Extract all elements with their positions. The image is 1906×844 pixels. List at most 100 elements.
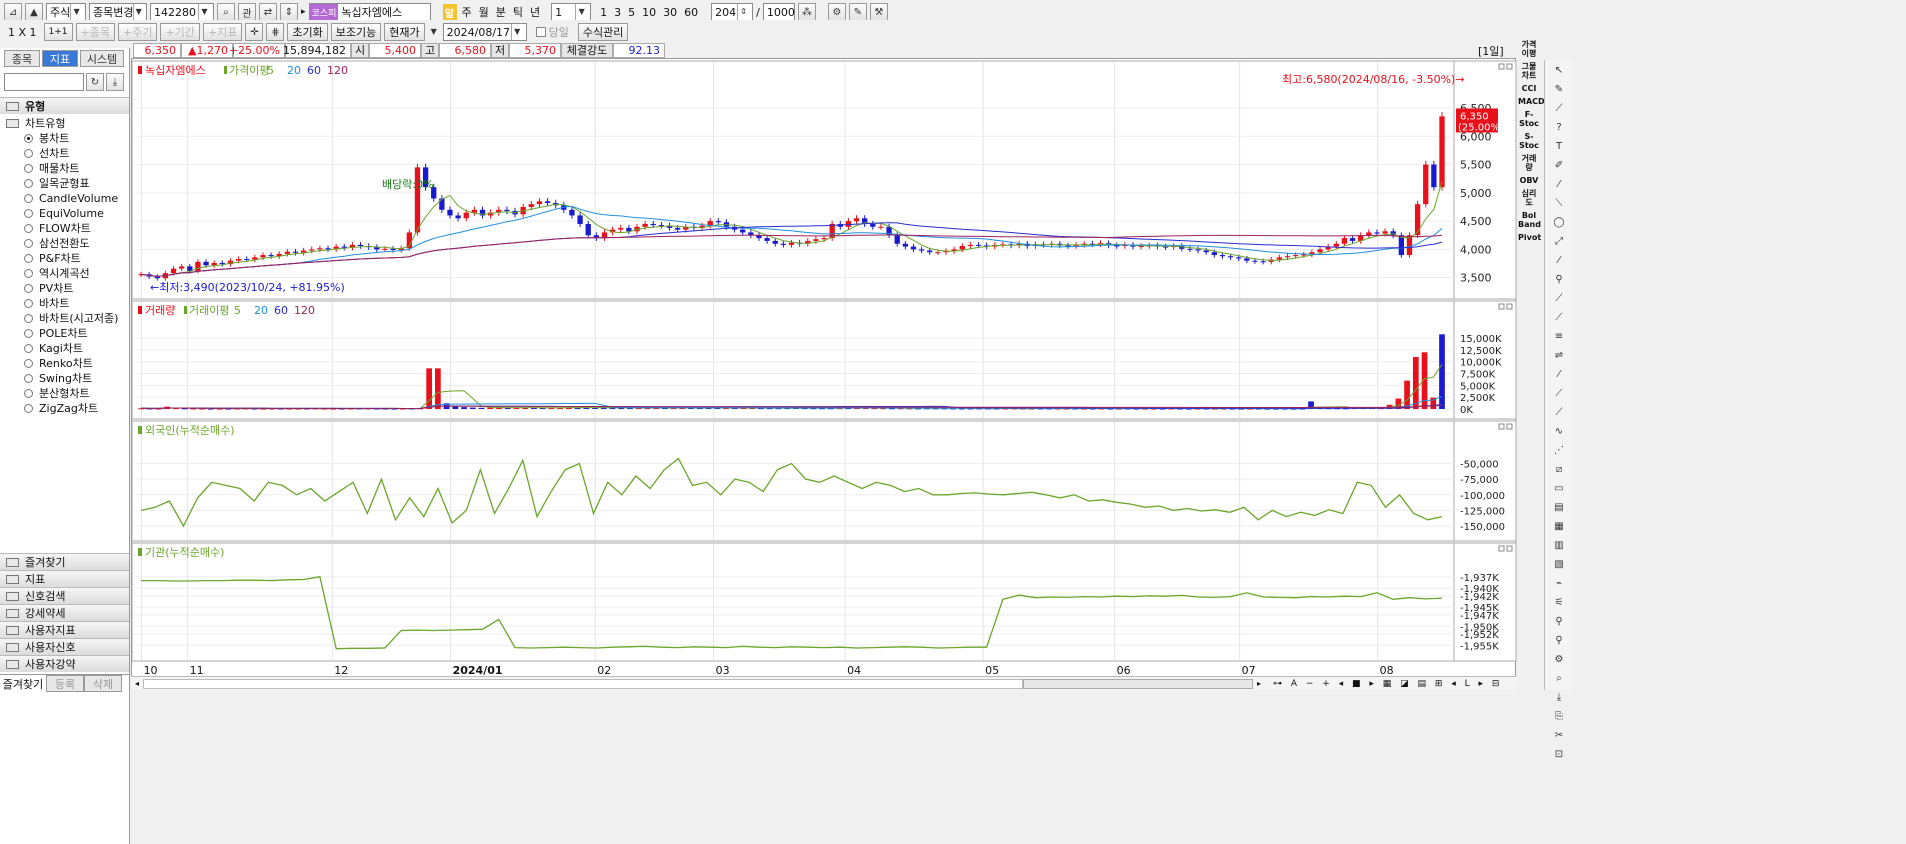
radio-button[interactable] [24, 269, 33, 278]
layout-label[interactable]: 1 X 1 [4, 26, 41, 39]
chart-type-option[interactable]: 분산형차트 [0, 386, 129, 401]
draw-tool-icon[interactable]: ⚙ [1548, 651, 1570, 667]
radio-button[interactable] [24, 194, 33, 203]
pin-icon[interactable]: ⊿ [4, 3, 22, 21]
interval-60[interactable]: 60 [682, 6, 700, 19]
chart-type-option[interactable]: CandleVolume [0, 191, 129, 206]
chart-type-option[interactable]: 삼선전환도 [0, 236, 129, 251]
radio-button[interactable] [24, 179, 33, 188]
draw-tool-icon[interactable]: ▧ [1548, 556, 1570, 572]
draw-tool-icon[interactable]: ⚲ [1548, 613, 1570, 629]
draw-tool-icon[interactable]: ⊡ [1548, 746, 1570, 762]
draw-tool-icon[interactable]: ▤ [1548, 499, 1570, 515]
scroll-left-icon[interactable]: ◂ [131, 679, 143, 688]
draw-tool-icon[interactable]: ≡ [1548, 328, 1570, 344]
chart-scrollbar[interactable]: ◂ ▸ ⊶ A − + ◂ ■ ▸ ▦ ◪ ▤ ⊞ ◂ L ▸ ⊟ [131, 676, 1516, 690]
draw-tool-icon[interactable]: ⚟ [1548, 594, 1570, 610]
chart-type-option[interactable]: FLOW차트 [0, 221, 129, 236]
download-icon[interactable]: ⤓ [106, 73, 124, 91]
draw-tool-icon[interactable]: ⁄ [1548, 176, 1570, 192]
draw-tool-icon[interactable]: ✐ [1548, 157, 1570, 173]
interval-30[interactable]: 30 [661, 6, 679, 19]
alert-tag[interactable]: 알 [442, 4, 457, 20]
wrench-icon[interactable]: ✎ [848, 3, 867, 21]
radio-button[interactable] [24, 359, 33, 368]
dropdown-arrow-icon[interactable]: ▼ [428, 24, 440, 40]
indicator-shortcut[interactable]: S-Stoc [1518, 132, 1540, 150]
stock-name-box[interactable]: 코스피 녹십자엠에스 [308, 3, 431, 21]
sync-icon[interactable]: ⇄ [259, 3, 277, 21]
draw-tool-icon[interactable]: ✂ [1548, 727, 1570, 743]
accordion-item[interactable]: 사용자강약 [0, 655, 129, 672]
indicator-shortcut[interactable]: Bol Band [1518, 211, 1541, 229]
chart-type-option[interactable]: 바차트 [0, 296, 129, 311]
draw-tool-icon[interactable]: ⟍ [1548, 195, 1570, 211]
add-cycle-button[interactable]: +주기 [118, 23, 158, 41]
chart-type-option[interactable]: 역시계곡선 [0, 266, 129, 281]
formula-button[interactable]: 수식관리 [577, 23, 629, 41]
radio-button[interactable] [24, 314, 33, 323]
chart-type-option[interactable]: ZigZag차트 [0, 401, 129, 416]
scroll-track[interactable] [143, 678, 1023, 689]
draw-tool-icon[interactable]: ▭ [1548, 480, 1570, 496]
chart-type-option[interactable]: PV차트 [0, 281, 129, 296]
grid-icon[interactable]: ⋕ [266, 23, 285, 41]
chart-type-option[interactable]: EquiVolume [0, 206, 129, 221]
reset-button[interactable]: 초기화 [287, 23, 328, 41]
draw-tool-icon[interactable]: ⟋ [1548, 309, 1570, 325]
period-tag[interactable]: [1일] [1478, 43, 1504, 59]
zoom-controls-icon[interactable]: ⊶ A − + ◂ ■ ▸ ▦ ◪ ▤ ⊞ ◂ L ▸ ⊟ [1273, 679, 1502, 689]
accordion-item[interactable]: 사용자지표 [0, 621, 129, 638]
radio-button[interactable] [24, 254, 33, 263]
draw-tool-icon[interactable]: ⌁ [1548, 575, 1570, 591]
radio-button[interactable] [24, 404, 33, 413]
chart-type-option[interactable]: 바차트(시고저종) [0, 311, 129, 326]
indicator-shortcut[interactable]: MACD [1518, 97, 1545, 106]
interval-10[interactable]: 10 [640, 6, 658, 19]
accordion-item[interactable]: 사용자신호 [0, 638, 129, 655]
radio-button[interactable] [24, 329, 33, 338]
radio-button[interactable] [24, 239, 33, 248]
refresh-icon[interactable]: ↻ [86, 73, 104, 91]
radio-button[interactable] [24, 389, 33, 398]
radio-button[interactable] [24, 164, 33, 173]
period-year[interactable]: 년 [528, 4, 542, 20]
draw-tool-icon[interactable]: ⎘ [1548, 708, 1570, 724]
chart-type-option[interactable]: POLE차트 [0, 326, 129, 341]
chart-type-option[interactable]: 일목균형표 [0, 176, 129, 191]
draw-tool-icon[interactable]: ⁄ [1548, 366, 1570, 382]
radio-button[interactable] [24, 224, 33, 233]
tree-root[interactable]: 차트유형 [0, 116, 129, 131]
chart-type-option[interactable]: 봉차트 [0, 131, 129, 146]
draw-tool-icon[interactable]: ∿ [1548, 423, 1570, 439]
category-header[interactable]: 유형 [0, 97, 129, 114]
draw-tool-icon[interactable]: ◯ [1548, 214, 1570, 230]
today-checkbox[interactable] [535, 27, 546, 37]
indicator-shortcut[interactable]: 그물차트 [1518, 62, 1540, 80]
delete-button[interactable]: 삭제 [84, 675, 122, 692]
accordion-item[interactable]: 신호검색 [0, 587, 129, 604]
period-value-select[interactable]: 1 ▼ [551, 3, 592, 21]
period-minute[interactable]: 분 [494, 4, 508, 20]
draw-tool-icon[interactable]: ⤓ [1548, 689, 1570, 705]
draw-tool-icon[interactable]: ⌕ [1548, 670, 1570, 686]
radio-button[interactable] [24, 284, 33, 293]
date-input[interactable]: 2024/08/17 ▼ [442, 23, 527, 41]
draw-tool-icon[interactable]: ⁄ [1548, 252, 1570, 268]
indicator-shortcut[interactable]: 거래량 [1518, 154, 1540, 172]
indicator-search-input[interactable] [4, 73, 84, 91]
aux-button[interactable]: 보조기능 [330, 23, 382, 41]
indicator-shortcut[interactable]: F-Stoc [1518, 110, 1540, 128]
radio-button[interactable] [24, 299, 33, 308]
total-count[interactable]: 1000 [762, 3, 795, 21]
settings-icon[interactable]: ⚒ [869, 3, 888, 21]
scroll-thumb[interactable] [1023, 678, 1253, 689]
market-select[interactable]: 주식 ▼ [46, 3, 86, 21]
radio-button[interactable] [24, 149, 33, 158]
draw-tool-icon[interactable]: ⤢ [1548, 233, 1570, 249]
indicator-shortcut[interactable]: OBV [1518, 176, 1540, 185]
stock-code-input[interactable]: 142280 ▼ [150, 3, 214, 21]
tab-favorites-bottom[interactable]: 즐겨찾기 [0, 675, 46, 692]
period-tick[interactable]: 틱 [511, 4, 525, 20]
chart-type-option[interactable]: Swing차트 [0, 371, 129, 386]
